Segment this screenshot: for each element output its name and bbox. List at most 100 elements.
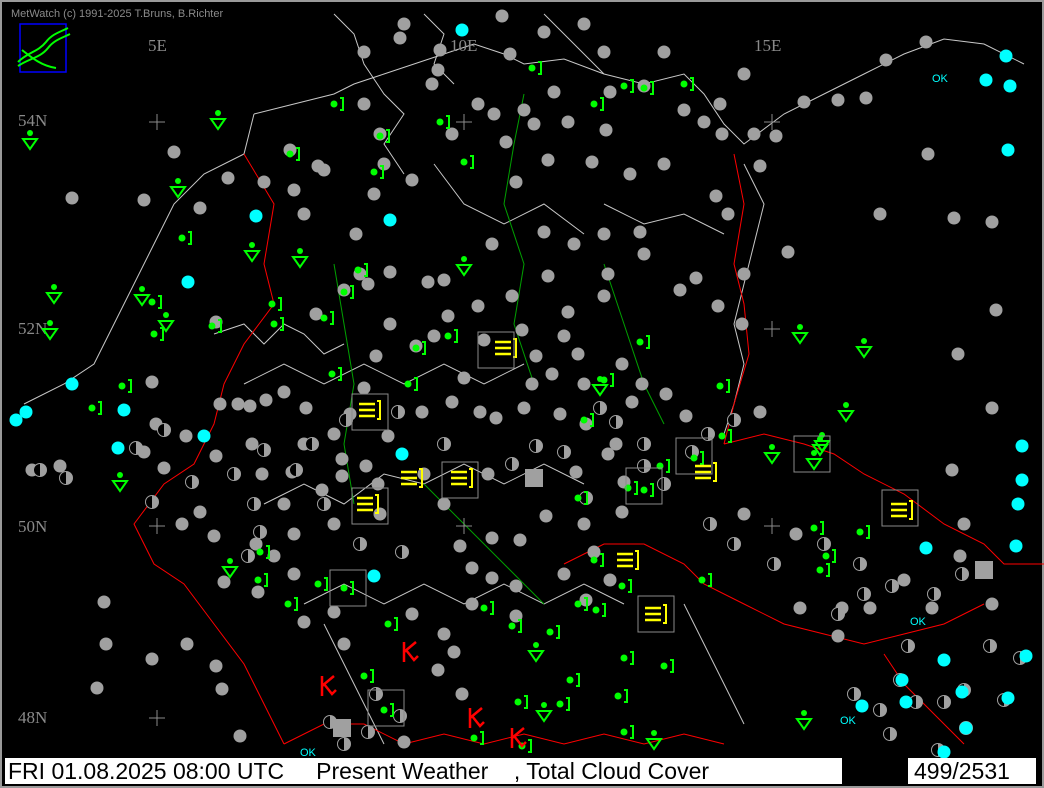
overcast-symbol [603, 85, 617, 99]
partly-cloudy-symbol [317, 497, 331, 511]
overcast-symbol [495, 9, 509, 23]
drizzle-symbol [810, 521, 824, 535]
partly-cloudy-symbol [369, 687, 383, 701]
overcast-symbol [601, 267, 615, 281]
overcast-symbol [567, 237, 581, 251]
drizzle-symbol [620, 79, 634, 93]
overcast-symbol [213, 397, 227, 411]
clear-sky-symbol [855, 699, 869, 713]
clear-sky-symbol [937, 745, 951, 759]
overcast-symbol [481, 467, 495, 481]
clear-sky-symbol [899, 695, 913, 709]
fog-symbol [645, 604, 667, 624]
overcast-symbol [287, 567, 301, 581]
drizzle-symbol [150, 327, 164, 341]
overcast-symbol [381, 429, 395, 443]
overcast-symbol [985, 401, 999, 415]
overcast-symbol [753, 159, 767, 173]
clear-sky-symbol [895, 673, 909, 687]
sky-obscured-symbol [525, 469, 543, 487]
overcast-symbol [335, 452, 349, 466]
overcast-symbol [175, 517, 189, 531]
ok-label: OK [910, 616, 927, 628]
rain-shower-symbol [527, 642, 545, 663]
overcast-symbol [985, 597, 999, 611]
clear-sky-symbol [1009, 539, 1023, 553]
drizzle-symbol [270, 317, 284, 331]
partly-cloudy-symbol [637, 437, 651, 451]
overcast-symbol [397, 735, 411, 749]
overcast-symbol [431, 663, 445, 677]
overcast-symbol [393, 31, 407, 45]
rain-shower-symbol [243, 242, 261, 263]
clear-sky-symbol [999, 49, 1013, 63]
drizzle-symbol [148, 295, 162, 309]
overcast-symbol [921, 147, 935, 161]
overcast-symbol [711, 299, 725, 313]
fog-symbol [695, 462, 717, 482]
overcast-symbol [597, 289, 611, 303]
overcast-symbol [445, 127, 459, 141]
rain-shower-symbol [535, 702, 553, 723]
overcast-symbol [615, 505, 629, 519]
clear-sky-symbol [979, 73, 993, 87]
overcast-symbol [287, 183, 301, 197]
clear-sky-symbol [959, 721, 973, 735]
overcast-symbol [831, 629, 845, 643]
overcast-symbol [953, 549, 967, 563]
partly-cloudy-symbol [557, 445, 571, 459]
partly-cloudy-symbol [227, 467, 241, 481]
overcast-symbol [465, 597, 479, 611]
overcast-symbol [561, 115, 575, 129]
overcast-symbol [709, 189, 723, 203]
partly-cloudy-symbol [247, 497, 261, 511]
weather-map[interactable]: 5E 10E 15E 54N 52N 50N 48N OK OK OK OK [4, 4, 1044, 760]
overcast-symbol [367, 187, 381, 201]
rain-shower-symbol [455, 256, 473, 277]
partly-cloudy-symbol [657, 477, 671, 491]
drizzle-symbol [480, 601, 494, 615]
overcast-symbol [485, 237, 499, 251]
overcast-symbol [517, 103, 531, 117]
overcast-symbol [557, 567, 571, 581]
thunderstorm-symbol [320, 675, 337, 696]
drizzle-symbol [618, 579, 632, 593]
clear-sky-symbol [1003, 79, 1017, 93]
overcast-symbol [547, 85, 561, 99]
rain-shower-symbol [133, 286, 151, 307]
overcast-symbol [553, 407, 567, 421]
partly-cloudy-symbol [883, 727, 897, 741]
overcast-symbol [597, 227, 611, 241]
overcast-symbol [415, 405, 429, 419]
overcast-symbol [637, 247, 651, 261]
rain-shower-symbol [855, 338, 873, 359]
lon-label-10e: 10E [450, 36, 477, 55]
drizzle-symbol [636, 335, 650, 349]
drizzle-symbol [656, 459, 670, 473]
overcast-symbol [473, 405, 487, 419]
overcast-symbol [947, 211, 961, 225]
overcast-symbol [180, 637, 194, 651]
lat-label-54n: 54N [18, 111, 47, 130]
overcast-symbol [421, 275, 435, 289]
overcast-symbol [455, 687, 469, 701]
partly-cloudy-symbol [593, 401, 607, 415]
overcast-symbol [145, 652, 159, 666]
rain-shower-symbol [209, 110, 227, 131]
partly-cloudy-symbol [767, 557, 781, 571]
overcast-symbol [209, 449, 223, 463]
partly-cloudy-symbol [395, 545, 409, 559]
partly-cloudy-symbol [701, 427, 715, 441]
drizzle-symbol [436, 115, 450, 129]
drizzle-symbol [614, 689, 628, 703]
overcast-symbol [90, 681, 104, 695]
overcast-symbol [471, 97, 485, 111]
overcast-symbol [357, 97, 371, 111]
rain-shower-symbol [763, 444, 781, 465]
map-frame: 5E 10E 15E 54N 52N 50N 48N OK OK OK OK M… [0, 0, 1044, 788]
overcast-symbol [193, 201, 207, 215]
overcast-symbol [447, 645, 461, 659]
overcast-symbol [713, 97, 727, 111]
metwatch-logo-icon [17, 23, 71, 73]
partly-cloudy-symbol [361, 725, 375, 739]
